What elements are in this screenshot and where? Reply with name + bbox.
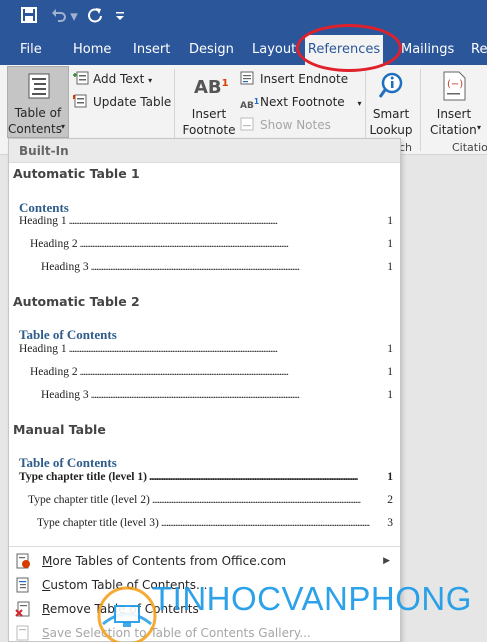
save-selection-to-gallery-item[interactable]: Save Selection to Table of Contents Gall… [9,621,400,642]
toc-preview-line: Heading 31 [41,389,393,403]
insert-citation-button[interactable]: (−) Insert Citation ▾ [424,69,484,139]
watermark-logo [97,586,157,642]
toc-preview-line: Type chapter title (level 3)3 [37,517,393,531]
update-table-button[interactable]: Update Table [73,92,171,112]
gallery-item-automatic-table-2[interactable]: Automatic Table 2 Table of Contents Head… [9,292,400,416]
smart-lookup-label-line1: Smart [372,107,410,121]
update-table-label: Update Table [93,95,172,109]
insert-endnote-button[interactable]: Insert Endnote [240,69,348,89]
chevron-down-icon: ▾ [148,76,153,85]
table-of-contents-button[interactable]: Table of Contents ▾ [7,66,69,138]
svg-text:(−): (−) [447,79,463,90]
references-highlight-ellipse [296,24,402,72]
smart-lookup-button[interactable]: Smart Lookup [367,69,415,139]
insert-citation-icon: (−) [443,71,466,101]
show-notes-icon [240,117,254,131]
menu-separator [9,546,400,547]
customize-quick-access-icon[interactable] [114,7,126,27]
tab-layout[interactable]: Layout [252,35,296,65]
next-footnote-icon: AB1 [240,97,260,111]
watermark-text: TINHOCVANPHONG [152,580,472,617]
update-table-icon [73,94,87,108]
ribbon-tabs: File Home Insert Design Layout Reference… [0,35,487,65]
insert-endnote-label: Insert Endnote [260,72,349,86]
add-text-icon [73,71,89,85]
ribbon-separator [420,69,421,151]
group-label-citations: Citatio [452,141,487,154]
tab-review[interactable]: Rev [471,35,487,65]
office-com-icon [16,553,30,569]
redo-icon[interactable] [86,7,104,27]
tab-file[interactable]: File [20,35,42,65]
remove-toc-icon [15,601,30,617]
gallery-item-manual-table[interactable]: Manual Table Table of Contents Type chap… [9,420,400,544]
toc-preview-line: Heading 21 [30,366,393,380]
insert-footnote-label-line1: Insert [191,107,227,121]
next-footnote-button[interactable]: AB1Next Footnote ▾ [240,92,362,112]
next-footnote-label: Next Footnote [260,95,345,109]
insert-footnote-label-line2: Footnote [182,123,236,137]
insert-endnote-icon [240,71,254,85]
toc-preview-title: Table of Contents [19,455,117,470]
save-icon[interactable] [20,7,38,27]
tab-insert[interactable]: Insert [133,35,170,65]
title-bar: ▾ [0,0,487,35]
submenu-arrow-icon: ▶ [383,556,390,566]
show-notes-label: Show Notes [260,118,331,132]
toc-preview-line: Heading 21 [30,238,393,252]
add-text-label: Add Text [93,72,145,86]
tab-design[interactable]: Design [189,35,234,65]
toc-label-line1: Table of [14,106,62,120]
toc-preview-title: Table of Contents [19,327,117,342]
gallery-item-automatic-table-1[interactable]: Automatic Table 1 Contents Heading 11 He… [9,164,400,288]
gallery-header: Built-In [9,139,400,163]
custom-toc-icon [16,577,29,593]
undo-icon[interactable] [50,7,68,27]
section-title: Manual Table [13,422,106,437]
toc-preview-title: Contents [19,200,69,215]
add-text-button[interactable]: Add Text ▾ [73,69,152,89]
toc-preview-line: Type chapter title (level 2)2 [28,494,393,508]
smart-lookup-icon [378,72,403,98]
chevron-down-icon: ▾ [477,123,482,132]
undo-dropdown-icon[interactable]: ▾ [70,7,78,27]
footnote-icon: AB1 [194,77,229,98]
save-selection-icon [16,625,29,641]
chevron-down-icon: ▾ [61,122,66,131]
tab-home[interactable]: Home [73,35,111,65]
smart-lookup-label-line2: Lookup [369,123,413,137]
insert-citation-label-line2: Citation [430,123,477,137]
tab-mailings[interactable]: Mailings [401,35,454,65]
toc-label-line2: Contents [8,122,62,136]
toc-preview-line: Heading 11 [19,343,393,357]
toc-preview-line: Type chapter title (level 1)1 [19,471,393,485]
table-of-contents-icon [28,73,50,99]
section-title: Automatic Table 1 [13,166,140,181]
more-tables-of-contents-item[interactable]: More Tables of Contents from Office.com … [9,549,400,573]
show-notes-button[interactable]: Show Notes [240,115,331,135]
table-of-contents-gallery: Built-In Automatic Table 1 Contents Head… [8,138,401,642]
toc-preview-line: Heading 31 [41,261,393,275]
section-title: Automatic Table 2 [13,294,140,309]
insert-citation-label-line1: Insert [436,107,472,121]
insert-footnote-button[interactable]: AB1 Insert Footnote [180,69,238,139]
chevron-down-icon: ▾ [357,99,362,108]
toc-preview-line: Heading 11 [19,215,393,229]
